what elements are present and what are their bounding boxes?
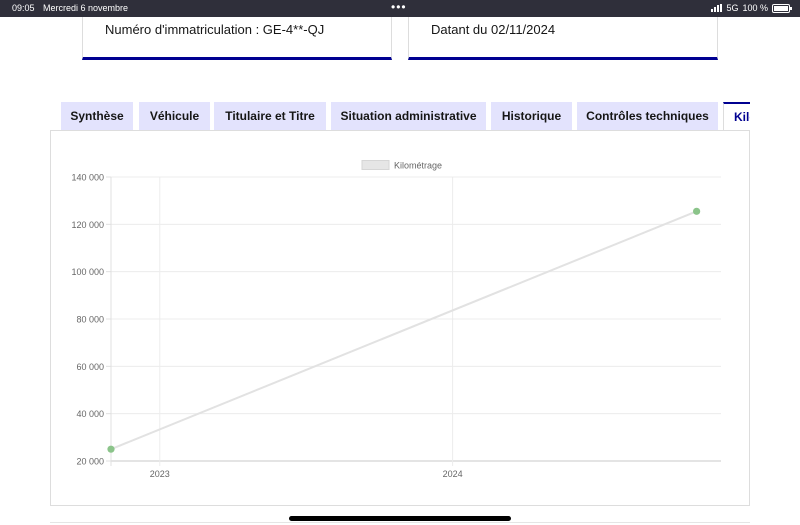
- multitask-dots-icon[interactable]: •••: [391, 0, 407, 14]
- tab-historique[interactable]: Historique: [491, 102, 572, 130]
- status-time: 09:05: [12, 3, 35, 13]
- mileage-chart: 20 000 40 000 60 000 80 000 100 000 120 000 14…: [71, 160, 721, 479]
- home-indicator[interactable]: [289, 516, 511, 521]
- signal-icon: [711, 4, 723, 12]
- chart-legend: Kilométrage: [361, 160, 442, 171]
- y-tick-label: 80 000: [76, 315, 104, 325]
- status-indicators: 5G 100 %: [711, 3, 792, 13]
- network-label: 5G: [726, 3, 739, 13]
- tab-kilometrage[interactable]: Kilo: [723, 102, 750, 130]
- mileage-panel: 20 000 40 000 60 000 80 000 100 000 120 000 14…: [50, 130, 750, 506]
- legend-label: Kilométrage: [394, 161, 442, 171]
- x-tick-label: 2024: [443, 469, 463, 479]
- chart-series: [107, 207, 701, 453]
- y-tick-label: 120 000: [71, 220, 104, 230]
- x-axis-ticks: 2023 2024: [150, 469, 463, 479]
- battery-icon: [772, 3, 792, 13]
- report-date: Datant du 02/11/2024: [431, 22, 556, 37]
- chart-grid: [106, 176, 721, 466]
- battery-label: 100 %: [742, 3, 768, 13]
- status-bar: 09:05 Mercredi 6 novembre ••• 5G 100 %: [0, 0, 800, 17]
- tab-controles-techniques[interactable]: Contrôles techniques: [577, 102, 718, 130]
- date-card: Datant du 02/11/2024: [408, 17, 718, 60]
- tab-titulaire[interactable]: Titulaire et Titre: [214, 102, 326, 130]
- y-tick-label: 40 000: [76, 409, 104, 419]
- bottom-divider: [50, 522, 750, 523]
- y-axis-ticks: 20 000 40 000 60 000 80 000 100 000 120 000 14…: [71, 173, 104, 467]
- y-tick-label: 20 000: [76, 457, 104, 467]
- status-date: Mercredi 6 novembre: [43, 3, 129, 13]
- tab-vehicule[interactable]: Véhicule: [139, 102, 210, 130]
- x-tick-label: 2023: [150, 469, 170, 479]
- data-point: [693, 207, 701, 215]
- tab-synthese[interactable]: Synthèse: [61, 102, 133, 130]
- y-tick-label: 60 000: [76, 362, 104, 372]
- y-tick-label: 100 000: [71, 267, 104, 277]
- tab-situation-administrative[interactable]: Situation administrative: [331, 102, 486, 130]
- legend-swatch: [361, 160, 390, 170]
- y-tick-label: 140 000: [71, 173, 104, 183]
- data-point: [107, 445, 115, 453]
- registration-card: Numéro d'immatriculation : GE-4**-QJ: [82, 17, 392, 60]
- registration-number: Numéro d'immatriculation : GE-4**-QJ: [105, 22, 325, 37]
- tab-bar: Synthèse Véhicule Titulaire et Titre Sit…: [61, 102, 750, 130]
